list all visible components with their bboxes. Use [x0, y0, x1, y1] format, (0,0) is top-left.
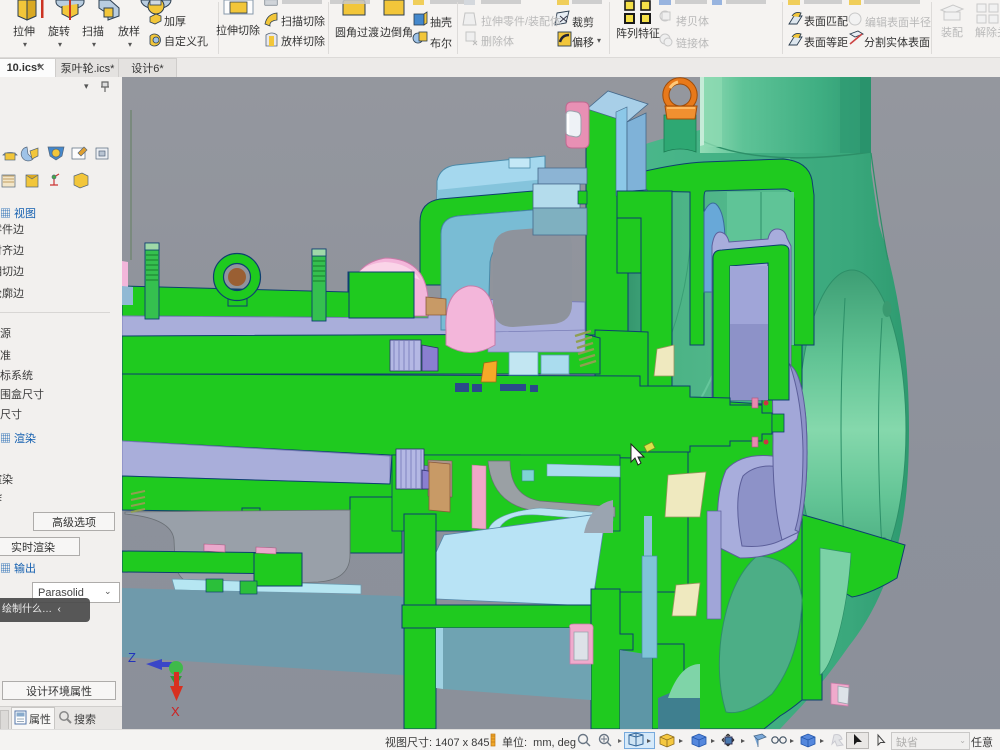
svg-text:Z: Z [128, 650, 136, 665]
svg-text:X: X [171, 704, 180, 719]
